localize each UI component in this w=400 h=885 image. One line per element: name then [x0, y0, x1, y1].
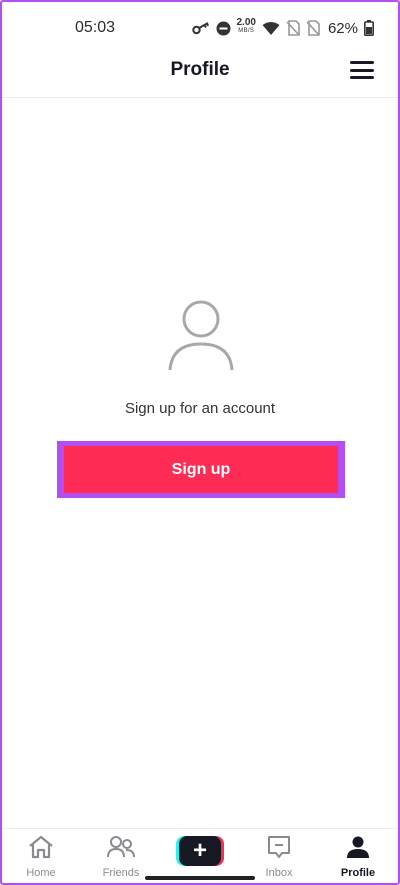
signup-highlight: Sign up	[57, 441, 345, 498]
nav-inbox[interactable]: Inbox	[249, 835, 309, 879]
wifi-icon	[262, 21, 280, 36]
page-title: Profile	[170, 59, 230, 80]
battery-icon	[364, 20, 374, 36]
user-outline-icon	[168, 298, 234, 372]
no-sim-icon	[306, 20, 320, 36]
nav-home[interactable]: Home	[11, 835, 71, 879]
profile-icon	[346, 835, 370, 864]
home-icon	[28, 835, 54, 864]
key-icon	[191, 21, 210, 35]
nav-friends[interactable]: Friends	[91, 835, 151, 879]
home-indicator	[145, 876, 255, 880]
no-sim-icon	[286, 20, 300, 36]
menu-bar	[350, 68, 374, 72]
inbox-icon	[267, 835, 291, 864]
net-speed-unit: MB/S	[238, 28, 255, 34]
net-speed: 2.00 MB/S	[236, 17, 256, 35]
status-time: 05:03	[75, 19, 116, 36]
status-icons: 2.00 MB/S 62%	[191, 16, 375, 40]
do-not-disturb-icon	[216, 21, 231, 36]
menu-bar	[350, 76, 374, 79]
nav-friends-label: Friends	[102, 867, 140, 879]
hamburger-menu-icon[interactable]	[350, 60, 374, 80]
friends-icon	[107, 835, 135, 864]
battery-percent: 62%	[327, 19, 358, 37]
create-button[interactable]: +	[176, 836, 224, 866]
nav-inbox-label: Inbox	[265, 867, 293, 879]
net-speed-value: 2.00	[236, 17, 256, 28]
nav-home-label: Home	[26, 867, 56, 879]
menu-bar	[350, 61, 374, 64]
nav-profile[interactable]: Profile	[328, 835, 388, 879]
top-header: Profile	[0, 48, 400, 98]
signup-prompt: Sign up for an account	[124, 400, 276, 417]
plus-icon: +	[179, 836, 221, 866]
signup-button[interactable]: Sign up	[64, 446, 338, 493]
nav-profile-label: Profile	[340, 867, 376, 879]
